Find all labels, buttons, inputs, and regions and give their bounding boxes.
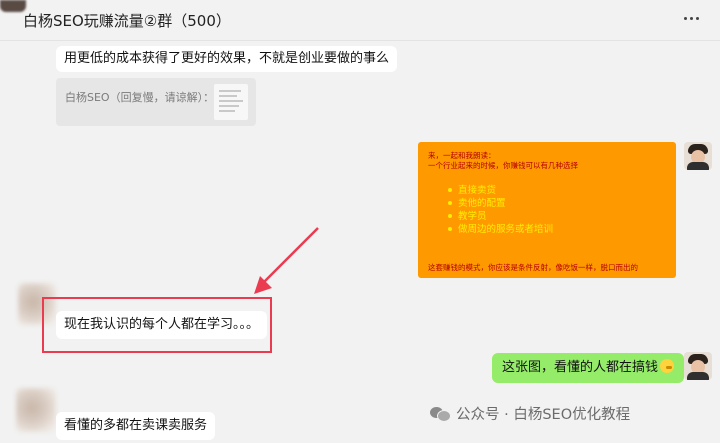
quoted-message[interactable]: 白杨SEO（回复慢，请谅解）： (56, 78, 256, 126)
emoji-icon (660, 359, 675, 373)
chat-header: 白杨SEO玩赚流量②群（500） (0, 0, 720, 41)
poster-line: 一个行业起来的时候，你赚钱可以有几种选择 (428, 161, 578, 170)
more-options-icon[interactable] (684, 14, 706, 22)
message-bubble: 用更低的成本获得了更好的效果，不就是创业要做的事么 (56, 46, 398, 72)
avatar[interactable] (684, 352, 712, 380)
poster-footer: 这套赚钱的模式，你应该是条件反射，像吃饭一样，脱口而出的 (428, 263, 638, 272)
message-bubble: 现在我认识的每个人都在学习。。。 (56, 311, 268, 339)
quote-thumbnail (214, 84, 248, 120)
quote-sender: 白杨SEO（回复慢，请谅解）： (65, 91, 215, 104)
poster-list: 直接卖货 卖他的配置 教学员 做周边的服务或者培训 (448, 184, 553, 236)
list-item: 做周边的服务或者培训 (448, 223, 553, 236)
avatar[interactable] (0, 0, 26, 12)
message-bubble: 看懂的多都在卖课卖服务 (56, 412, 216, 440)
list-item: 直接卖货 (448, 184, 553, 197)
message-bubble-self: 这张图，看懂的人都在搞钱 (492, 353, 691, 383)
annotation-arrow (254, 227, 319, 294)
image-message[interactable]: 来，一起和我朗读： 一个行业起来的时候，你赚钱可以有几种选择 直接卖货 卖他的配… (418, 142, 676, 278)
chat-title: 白杨SEO玩赚流量②群（500） (23, 12, 231, 30)
watermark: 公众号 · 白杨SEO优化教程 (430, 402, 630, 424)
wechat-icon (430, 405, 451, 422)
message-text: 这张图，看懂的人都在搞钱 (502, 360, 659, 375)
watermark-text: 公众号 · 白杨SEO优化教程 (456, 406, 631, 423)
avatar[interactable] (16, 388, 56, 432)
list-item: 教学员 (448, 210, 553, 223)
list-item: 卖他的配置 (448, 197, 553, 210)
avatar[interactable] (684, 142, 712, 170)
